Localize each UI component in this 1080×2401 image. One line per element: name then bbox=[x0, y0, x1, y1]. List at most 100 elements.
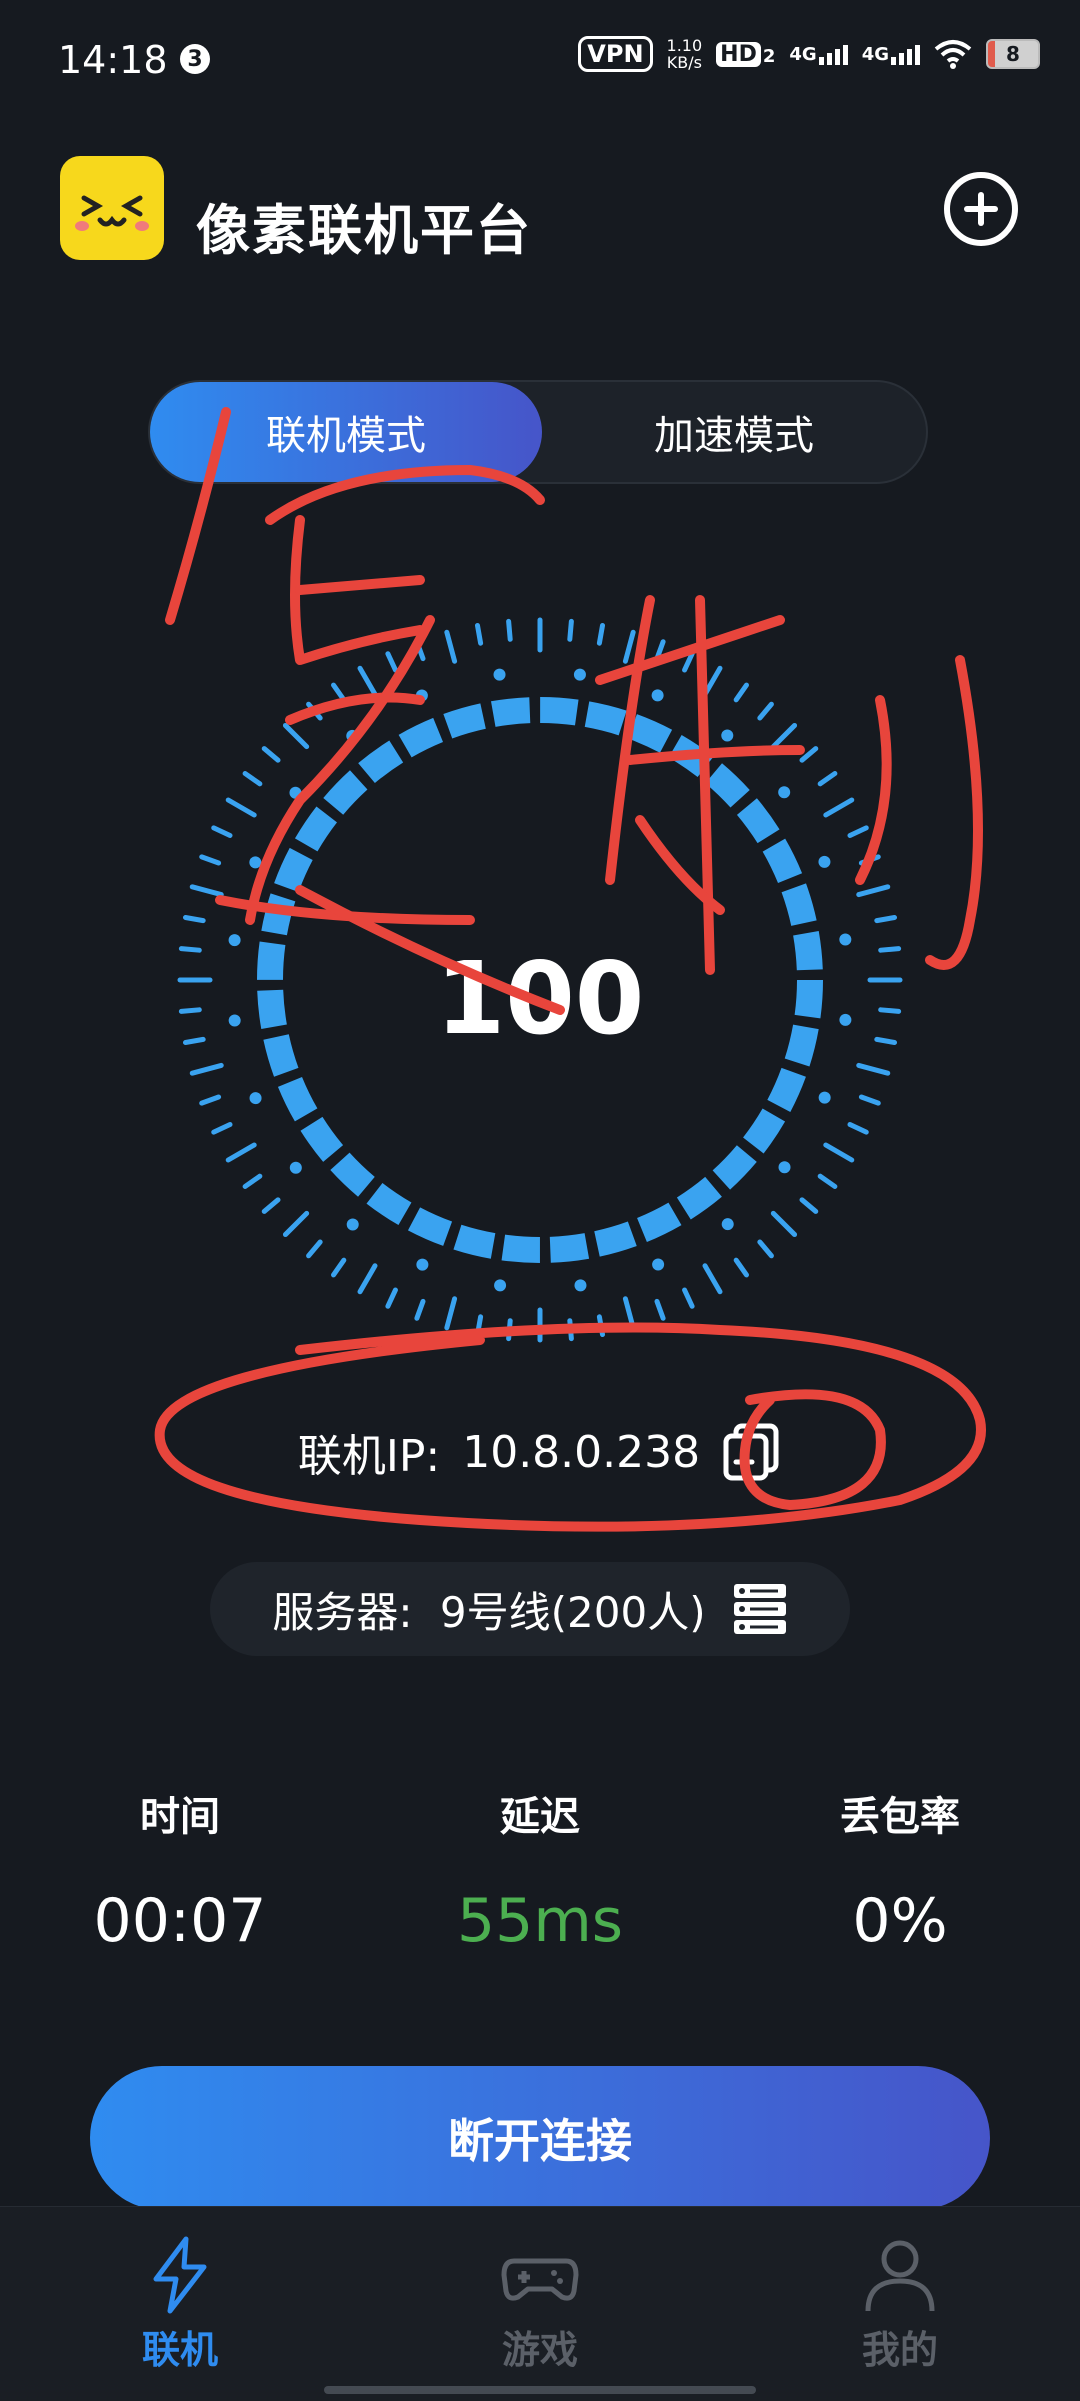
gauge-tick bbox=[858, 1094, 881, 1106]
gauge-tick bbox=[878, 946, 902, 953]
gauge-tick bbox=[823, 797, 855, 818]
stat-time: 时间 00:07 bbox=[0, 1784, 360, 1956]
lightning-icon bbox=[153, 2236, 207, 2314]
notification-count-badge: 3 bbox=[180, 44, 210, 74]
stat-packet-loss-label: 丢包率 bbox=[840, 1794, 960, 1840]
gauge-tick bbox=[282, 1210, 310, 1238]
status-indicators: VPN 1.10 KB/s HD 2 4G 4G 8 bbox=[578, 36, 1040, 72]
nav-item-online[interactable]: 联机 bbox=[60, 2235, 300, 2374]
gauge-tick bbox=[770, 1210, 798, 1238]
gauge-tick bbox=[306, 701, 323, 721]
wifi-icon bbox=[934, 40, 972, 69]
bottom-nav: 联机 游戏 我的 bbox=[0, 2206, 1080, 2401]
gauge-tick bbox=[878, 1007, 902, 1014]
gauge-tick bbox=[182, 914, 206, 924]
home-indicator bbox=[324, 2386, 756, 2394]
server-value: 9号线(200人) bbox=[439, 1587, 706, 1637]
gauge-tick bbox=[242, 1173, 263, 1189]
gauge-dot bbox=[249, 856, 262, 869]
gauge-tick bbox=[242, 771, 263, 787]
ip-row: 联机IP: 10.8.0.238 bbox=[0, 1420, 1080, 1484]
gauge-tick bbox=[799, 1197, 819, 1214]
gauge-dot bbox=[416, 1258, 429, 1271]
stat-time-label: 时间 bbox=[140, 1794, 220, 1840]
gauge-tick bbox=[567, 1318, 574, 1342]
signal-1-label: 4G bbox=[789, 43, 817, 65]
gauge-tick bbox=[225, 1142, 257, 1163]
gauge-tick bbox=[757, 701, 774, 721]
status-time: 14:18 bbox=[58, 38, 168, 82]
gauge-tick bbox=[385, 1287, 398, 1309]
stat-latency: 延迟 55ms bbox=[360, 1784, 720, 1956]
server-selector[interactable]: 服务器: 9号线(200人) bbox=[210, 1562, 850, 1656]
gauge-tick bbox=[444, 629, 458, 664]
gauge-tick bbox=[178, 946, 202, 953]
gauge-dot bbox=[652, 1258, 665, 1271]
gauge-tick bbox=[474, 1314, 484, 1338]
gauge-tick bbox=[182, 1036, 206, 1046]
tab-online-mode[interactable]: 联机模式 bbox=[150, 382, 542, 482]
gamepad-icon bbox=[501, 2258, 579, 2301]
gauge-dot bbox=[346, 729, 359, 742]
gauge-tick bbox=[189, 884, 224, 898]
gauge-tick bbox=[444, 1296, 458, 1331]
gauge-dot bbox=[249, 1092, 262, 1105]
gauge-dot bbox=[818, 855, 831, 868]
gauge-tick bbox=[799, 746, 819, 763]
gauge-value: 100 bbox=[435, 940, 645, 1057]
gauge-dot bbox=[839, 1013, 852, 1026]
gauge-tick bbox=[474, 622, 484, 646]
signal-2-label: 4G bbox=[861, 43, 889, 65]
ip-value: 10.8.0.238 bbox=[462, 1426, 701, 1478]
nav-label-profile: 我的 bbox=[861, 2328, 938, 2372]
gauge-tick bbox=[178, 1007, 202, 1014]
gauge-tick bbox=[331, 1257, 347, 1278]
gauge-tick bbox=[733, 682, 749, 703]
gauge-tick bbox=[357, 1263, 378, 1295]
ip-label: 联机IP: bbox=[297, 1431, 441, 1482]
disconnect-button[interactable]: 断开连接 bbox=[90, 2066, 990, 2210]
vpn-icon: VPN bbox=[578, 36, 653, 72]
stat-packet-loss-value: 0% bbox=[852, 1886, 948, 1956]
gauge-tick bbox=[189, 1062, 224, 1076]
network-speed: 1.10 KB/s bbox=[667, 37, 703, 71]
nav-label-games: 游戏 bbox=[501, 2328, 578, 2372]
tab-accelerate-mode[interactable]: 加速模式 bbox=[538, 382, 930, 482]
gauge-dot bbox=[289, 786, 302, 799]
user-icon bbox=[865, 2240, 935, 2312]
stat-latency-value: 55ms bbox=[456, 1886, 624, 1956]
gauge-dot bbox=[228, 934, 241, 947]
gauge-tick bbox=[847, 1122, 869, 1135]
copy-icon[interactable] bbox=[722, 1422, 782, 1482]
gauge-tick bbox=[757, 1239, 774, 1259]
gauge-tick bbox=[357, 665, 378, 697]
gauge-tick bbox=[682, 1287, 695, 1309]
hd-sub: 2 bbox=[762, 45, 776, 67]
gauge-tick bbox=[567, 618, 574, 642]
battery-level: 8 bbox=[1006, 42, 1020, 66]
gauge-dot bbox=[574, 1279, 587, 1292]
gauge-dot bbox=[721, 729, 734, 742]
gauge-tick bbox=[702, 1263, 723, 1295]
gauge-tick bbox=[385, 651, 398, 673]
signal-1-icon: 4G bbox=[789, 43, 848, 65]
server-icon bbox=[733, 1584, 786, 1634]
gauge-tick bbox=[770, 722, 798, 750]
nav-item-games[interactable]: 游戏 bbox=[420, 2235, 660, 2374]
plus-circle-icon[interactable] bbox=[944, 172, 1018, 246]
mode-switch: 联机模式 加速模式 bbox=[148, 380, 928, 484]
network-speed-unit: KB/s bbox=[666, 53, 702, 72]
gauge-tick bbox=[414, 639, 426, 662]
gauge-tick bbox=[733, 1257, 749, 1278]
gauge-tick bbox=[817, 771, 838, 787]
gauge-dot bbox=[573, 668, 586, 681]
gauge-dot bbox=[721, 1218, 734, 1231]
nav-item-profile[interactable]: 我的 bbox=[780, 2235, 1020, 2374]
gauge-tick bbox=[306, 1239, 323, 1259]
gauge-dot bbox=[415, 689, 428, 702]
gauge-tick bbox=[261, 746, 281, 763]
gauge-tick bbox=[199, 1094, 222, 1106]
gauge-tick bbox=[596, 622, 606, 646]
cat-face-icon bbox=[60, 156, 164, 260]
gauge-tick bbox=[622, 1296, 636, 1331]
